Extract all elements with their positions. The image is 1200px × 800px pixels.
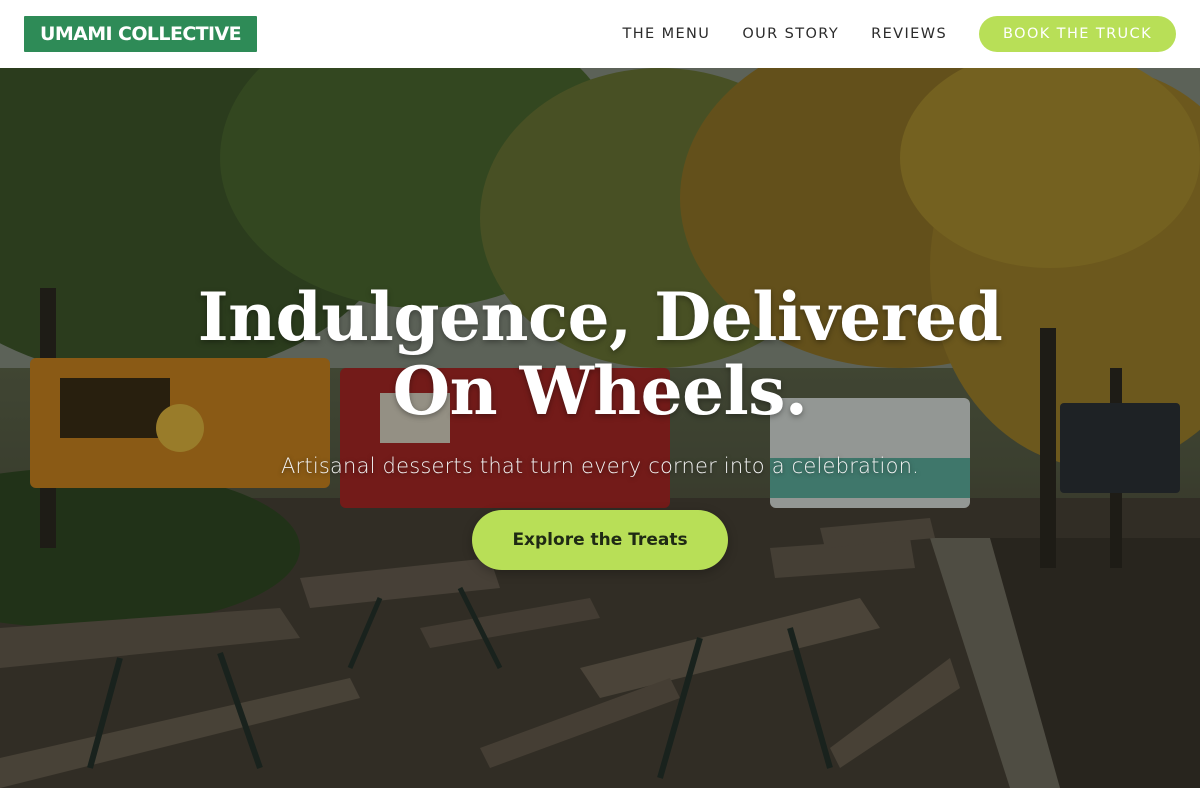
hero-subtitle: Artisanal desserts that turn every corne…	[280, 454, 920, 478]
nav-link-menu[interactable]: THE MENU	[622, 26, 710, 42]
hero-title: Indulgence, Delivered On Wheels.	[197, 278, 1003, 430]
nav-link-our-story[interactable]: OUR STORY	[742, 26, 839, 42]
site-header: UMAMI COLLECTIVE THE MENU OUR STORY REVI…	[0, 0, 1200, 68]
nav-link-reviews[interactable]: REVIEWS	[871, 26, 947, 42]
book-truck-button[interactable]: BOOK THE TRUCK	[979, 16, 1176, 52]
hero-content: Indulgence, Delivered On Wheels. Artisan…	[0, 280, 1200, 570]
main-nav: THE MENU OUR STORY REVIEWS BOOK THE TRUC…	[622, 16, 1176, 52]
hero-section: Indulgence, Delivered On Wheels. Artisan…	[0, 68, 1200, 788]
brand-logo[interactable]: UMAMI COLLECTIVE	[24, 16, 257, 52]
explore-treats-button[interactable]: Explore the Treats	[472, 510, 728, 570]
page-bottom-strip	[0, 788, 1200, 800]
